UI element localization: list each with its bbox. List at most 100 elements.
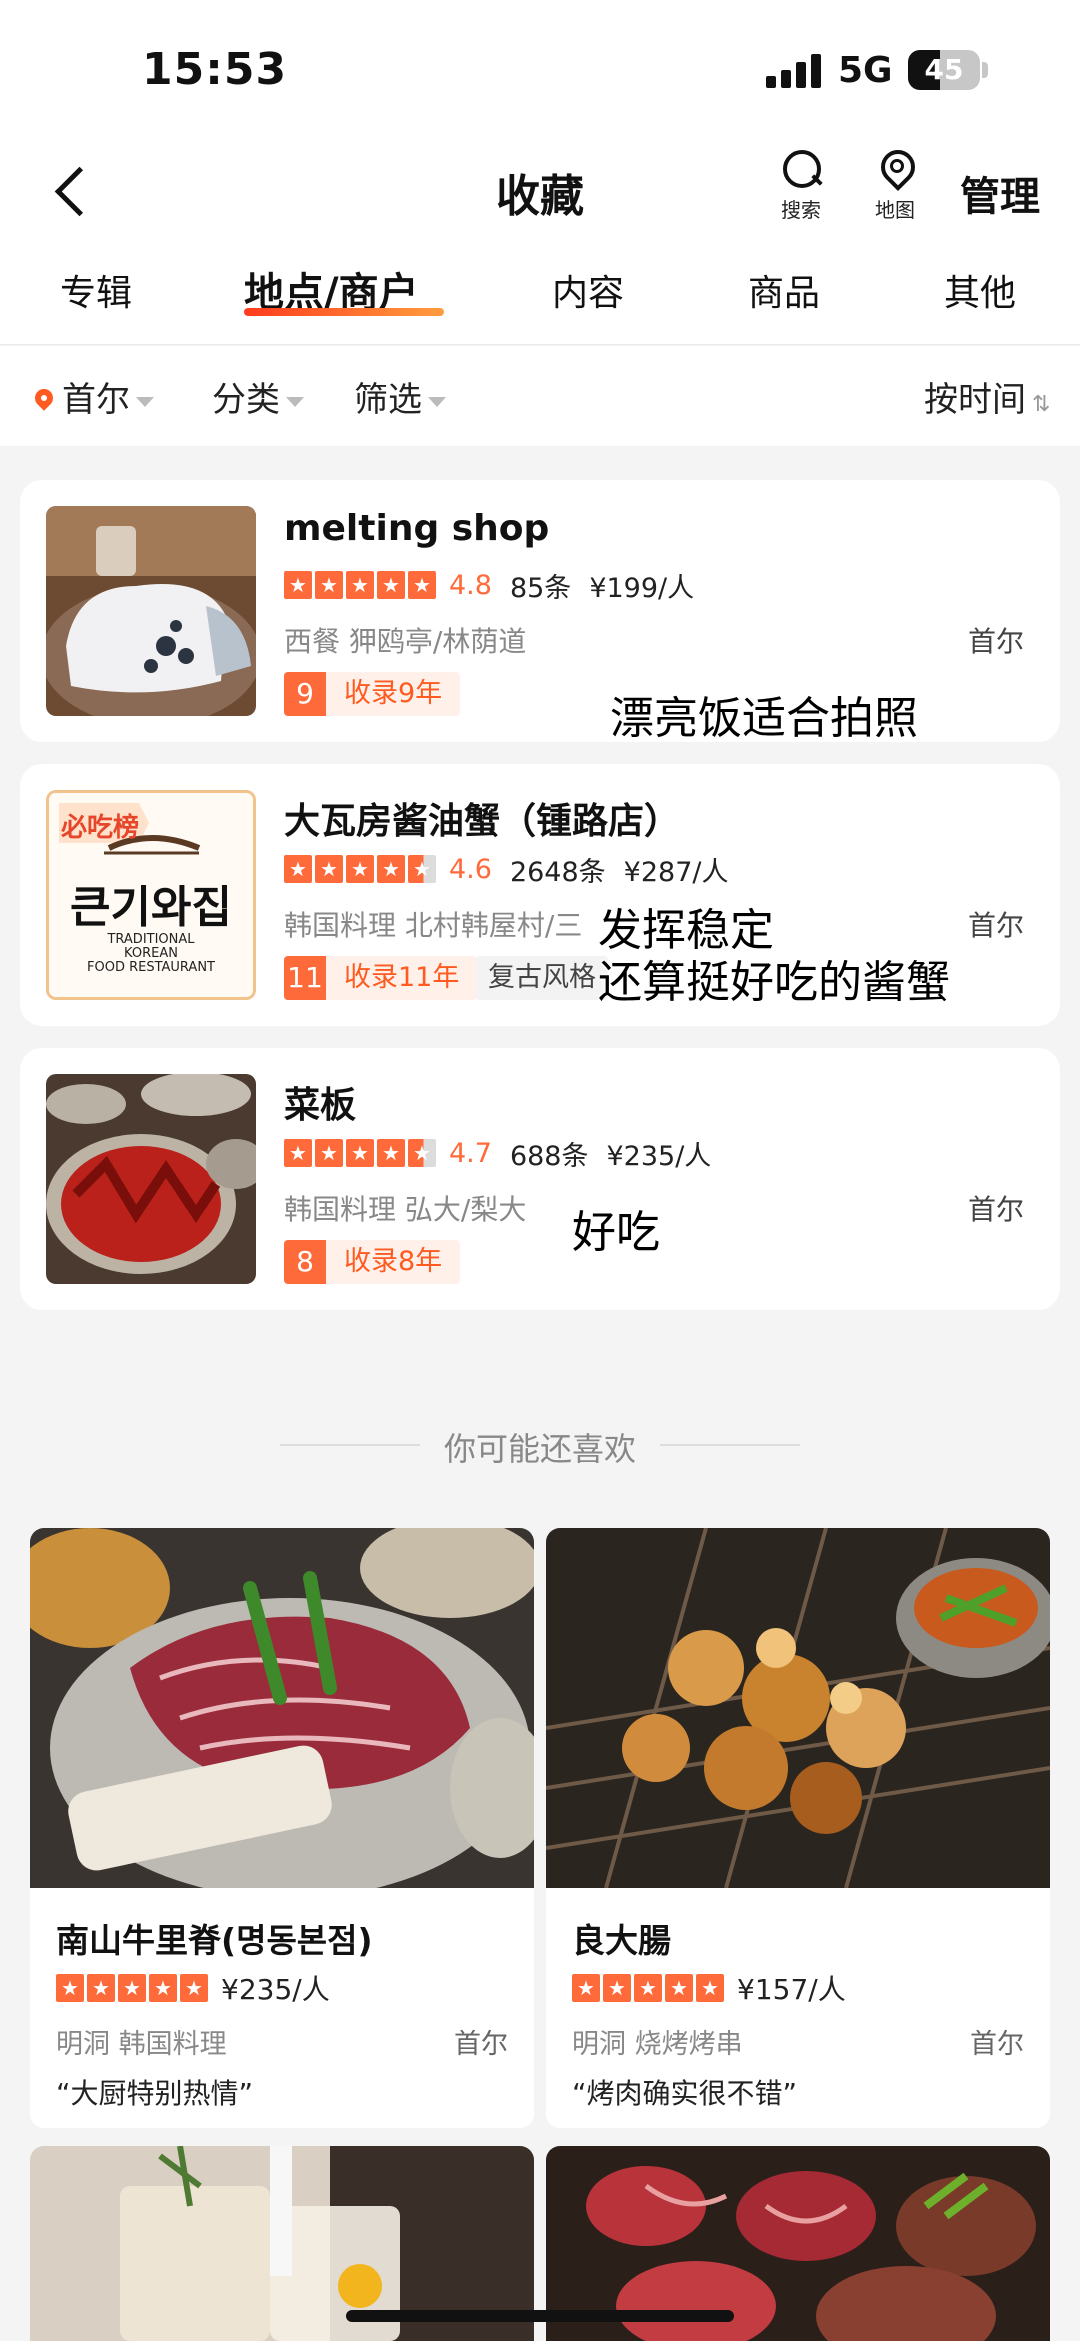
user-note: 好吃: [572, 1207, 660, 1258]
city-label: 首尔: [967, 625, 1024, 658]
recommendation-photo: [30, 1528, 534, 1898]
restaurant-name: melting shop: [284, 508, 550, 549]
restaurant-name: 大瓦房酱油蟹（锺路店）: [284, 801, 681, 842]
user-note: 还算挺好吃的酱蟹: [598, 957, 950, 1008]
recommendation-name: 良大腸: [572, 1921, 671, 1960]
sort-label: 按时间: [924, 380, 1026, 420]
price-per-person: ¥199/人: [589, 572, 695, 604]
tab-albums[interactable]: 专辑: [60, 264, 132, 316]
filter-bar: 首尔 分类 筛选 按时间 ⇅: [0, 346, 1080, 446]
category-area: 韩国料理 北村韩屋村/三: [284, 909, 583, 942]
chevron-down-icon: [286, 396, 304, 407]
recommend-title: 你可能还喜欢: [443, 1430, 636, 1468]
category-filter-label: 分类: [212, 380, 280, 420]
category-area: 明洞 韩国料理: [56, 2029, 227, 2060]
review-quote: “烤肉确实很不错”: [572, 2077, 798, 2110]
city-filter[interactable]: 首尔: [34, 372, 154, 421]
battery-icon: 45: [908, 50, 980, 90]
restaurant-thumbnail: [46, 1074, 256, 1284]
network-label: 5G: [838, 50, 893, 91]
category-area: 明洞 烧烤烤串: [572, 2029, 743, 2060]
review-count: 2648条: [509, 856, 606, 888]
sort-button[interactable]: 按时间 ⇅: [924, 372, 1050, 421]
price-per-person: ¥235/人: [606, 1140, 712, 1172]
restaurant-name: 菜板: [284, 1085, 357, 1126]
nav-bar: 收藏 搜索 地图 管理: [0, 140, 1080, 250]
category-filter[interactable]: 分类: [212, 372, 304, 421]
status-bar: 15:53 5G 45: [0, 0, 1080, 140]
category-area: 韩国料理 弘大/梨大: [284, 1193, 527, 1226]
logo-subtitle: TRADITIONAL KOREAN FOOD RESTAURANT: [87, 932, 215, 975]
rating-row: 4.8 85条 ¥199/人: [284, 568, 695, 604]
battery-level: 45: [924, 53, 964, 86]
status-time: 15:53: [142, 44, 288, 95]
badge-text: 收录8年: [326, 1240, 461, 1284]
badge-number: 11: [284, 956, 326, 1000]
city-label: 首尔: [967, 909, 1024, 942]
city-filter-label: 首尔: [62, 380, 130, 420]
tab-other[interactable]: 其他: [944, 264, 1016, 316]
back-button[interactable]: [44, 160, 104, 220]
collected-badge: 8 收录8年: [284, 1240, 461, 1284]
map-button[interactable]: 地图: [860, 148, 930, 223]
recommendation-card[interactable]: 良大腸 ¥157/人 明洞 烧烤烤串 首尔 “烤肉确实很不错”: [546, 1528, 1050, 2128]
price-per-person: ¥235/人: [221, 1973, 330, 2006]
restaurant-logo: 必吃榜 큰기와집 TRADITIONAL KOREAN FOOD RESTAURAN…: [46, 790, 256, 1000]
rating-score: 4.8: [449, 569, 492, 601]
map-pin-icon: [873, 148, 917, 192]
battery-tip: [982, 62, 988, 78]
chevron-down-icon: [428, 396, 446, 407]
tab-goods[interactable]: 商品: [748, 264, 820, 316]
active-tab-indicator: [244, 308, 444, 316]
recommend-divider: 你可能还喜欢: [280, 1424, 800, 1484]
recommendation-card[interactable]: 南山牛里脊(명동본점) ¥235/人 明洞 韩国料理 首尔 “大厨特别热情”: [30, 1528, 534, 2128]
badge-text: 收录9年: [326, 672, 461, 716]
tab-content[interactable]: 内容: [552, 264, 624, 316]
price-per-person: ¥157/人: [737, 1973, 846, 2006]
recommendation-photo: [546, 1528, 1050, 1889]
location-pin-icon: [34, 388, 56, 416]
restaurant-thumbnail: [46, 506, 256, 716]
search-button[interactable]: 搜索: [766, 148, 836, 223]
sort-icon: ⇅: [1032, 392, 1051, 417]
star-rating: [284, 571, 439, 599]
collected-badge: 11 收录11年: [284, 956, 478, 1000]
manage-button[interactable]: 管理: [960, 164, 1040, 222]
category-area: 西餐 狎鸥亭/林荫道: [284, 625, 527, 658]
review-count: 688条: [509, 1140, 589, 1172]
favorite-card[interactable]: 菜板 4.7 688条 ¥235/人 韩国料理 弘大/梨大 首尔 8 收录8年: [20, 1048, 1060, 1310]
star-rating: [284, 855, 439, 883]
badge-number: 8: [284, 1240, 326, 1284]
city-label: 首尔: [454, 2029, 508, 2060]
badge-number: 9: [284, 672, 326, 716]
rating-row: ¥235/人: [56, 1968, 330, 2008]
star-rating: [572, 1974, 727, 2002]
user-note: 发挥稳定: [598, 905, 774, 956]
rating-score: 4.6: [449, 853, 492, 885]
search-icon: [779, 148, 823, 192]
rating-row: ¥157/人: [572, 1968, 846, 2008]
rating-row: 4.7 688条 ¥235/人: [284, 1136, 712, 1172]
city-label: 首尔: [967, 1193, 1024, 1226]
screen-filter-label: 筛选: [354, 380, 422, 420]
signal-icon: [766, 54, 824, 88]
home-indicator[interactable]: [346, 2310, 734, 2322]
page-title: 收藏: [496, 171, 584, 222]
review-quote: “大厨特别热情”: [56, 2077, 254, 2110]
map-label: 地图: [875, 198, 915, 222]
tab-bar: 专辑 地点/商户 内容 商品 其他: [0, 250, 1080, 345]
recommendation-name: 南山牛里脊(명동본점): [56, 1921, 373, 1960]
rating-row: 4.6 2648条 ¥287/人: [284, 852, 728, 888]
must-eat-badge: 必吃榜: [61, 813, 140, 843]
screen-filter[interactable]: 筛选: [354, 372, 446, 421]
star-rating: [56, 1974, 211, 2002]
chevron-down-icon: [136, 396, 154, 407]
search-label: 搜索: [781, 198, 821, 222]
user-note: 漂亮饭适合拍照: [610, 693, 918, 744]
rating-score: 4.7: [449, 1137, 492, 1169]
logo-korean-text: 큰기와집: [70, 882, 232, 933]
review-count: 85条: [509, 572, 572, 604]
city-label: 首尔: [970, 2029, 1024, 2060]
style-tag: 复古风格: [476, 956, 608, 1000]
collected-badge: 9 收录9年: [284, 672, 461, 716]
